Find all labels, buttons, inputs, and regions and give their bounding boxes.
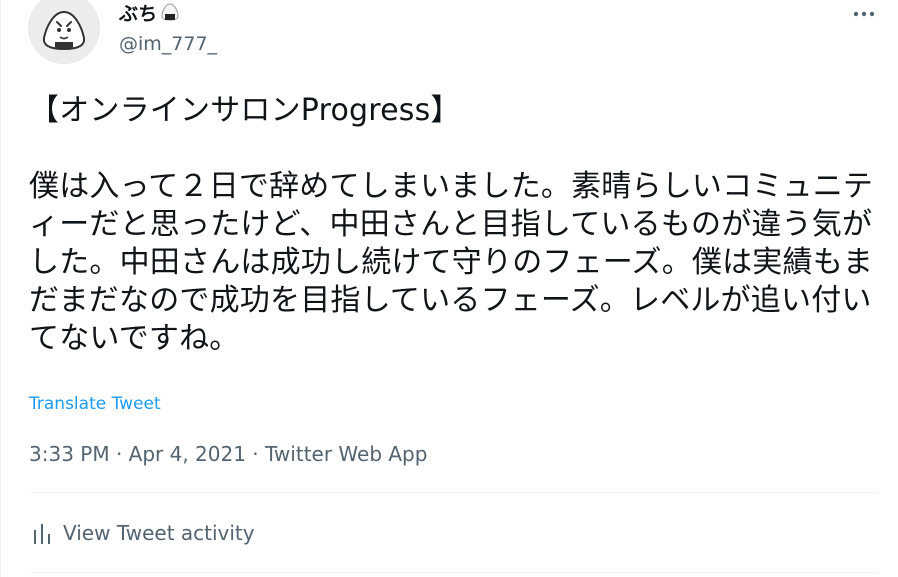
display-name-text: ぶち [119, 3, 158, 25]
author-display-name[interactable]: ぶち [119, 2, 180, 28]
tweet-timestamp[interactable]: 3:33 PM · Apr 4, 2021 · Twitter Web App [29, 441, 427, 467]
divider [29, 572, 878, 573]
view-tweet-activity-label: View Tweet activity [63, 521, 255, 545]
more-horizontal-icon [853, 11, 875, 17]
divider [29, 492, 878, 493]
onigiri-icon [160, 2, 180, 28]
tweet-text: 【オンラインサロンProgress】 僕は入って２日で辞めてしまいました。素晴ら… [29, 93, 874, 356]
translate-tweet-link[interactable]: Translate Tweet [29, 393, 161, 415]
author-handle[interactable]: @im_777_ [119, 32, 217, 56]
avatar[interactable] [28, 0, 100, 64]
view-tweet-activity-button[interactable]: View Tweet activity [33, 520, 255, 546]
analytics-bars-icon [34, 524, 50, 544]
more-options-button[interactable] [849, 6, 879, 20]
onigiri-face-avatar-icon [28, 0, 100, 64]
tweet-container: ぶち @im_777_ 【オンラインサロンProgress】 僕は入って２日で辞… [0, 0, 898, 577]
